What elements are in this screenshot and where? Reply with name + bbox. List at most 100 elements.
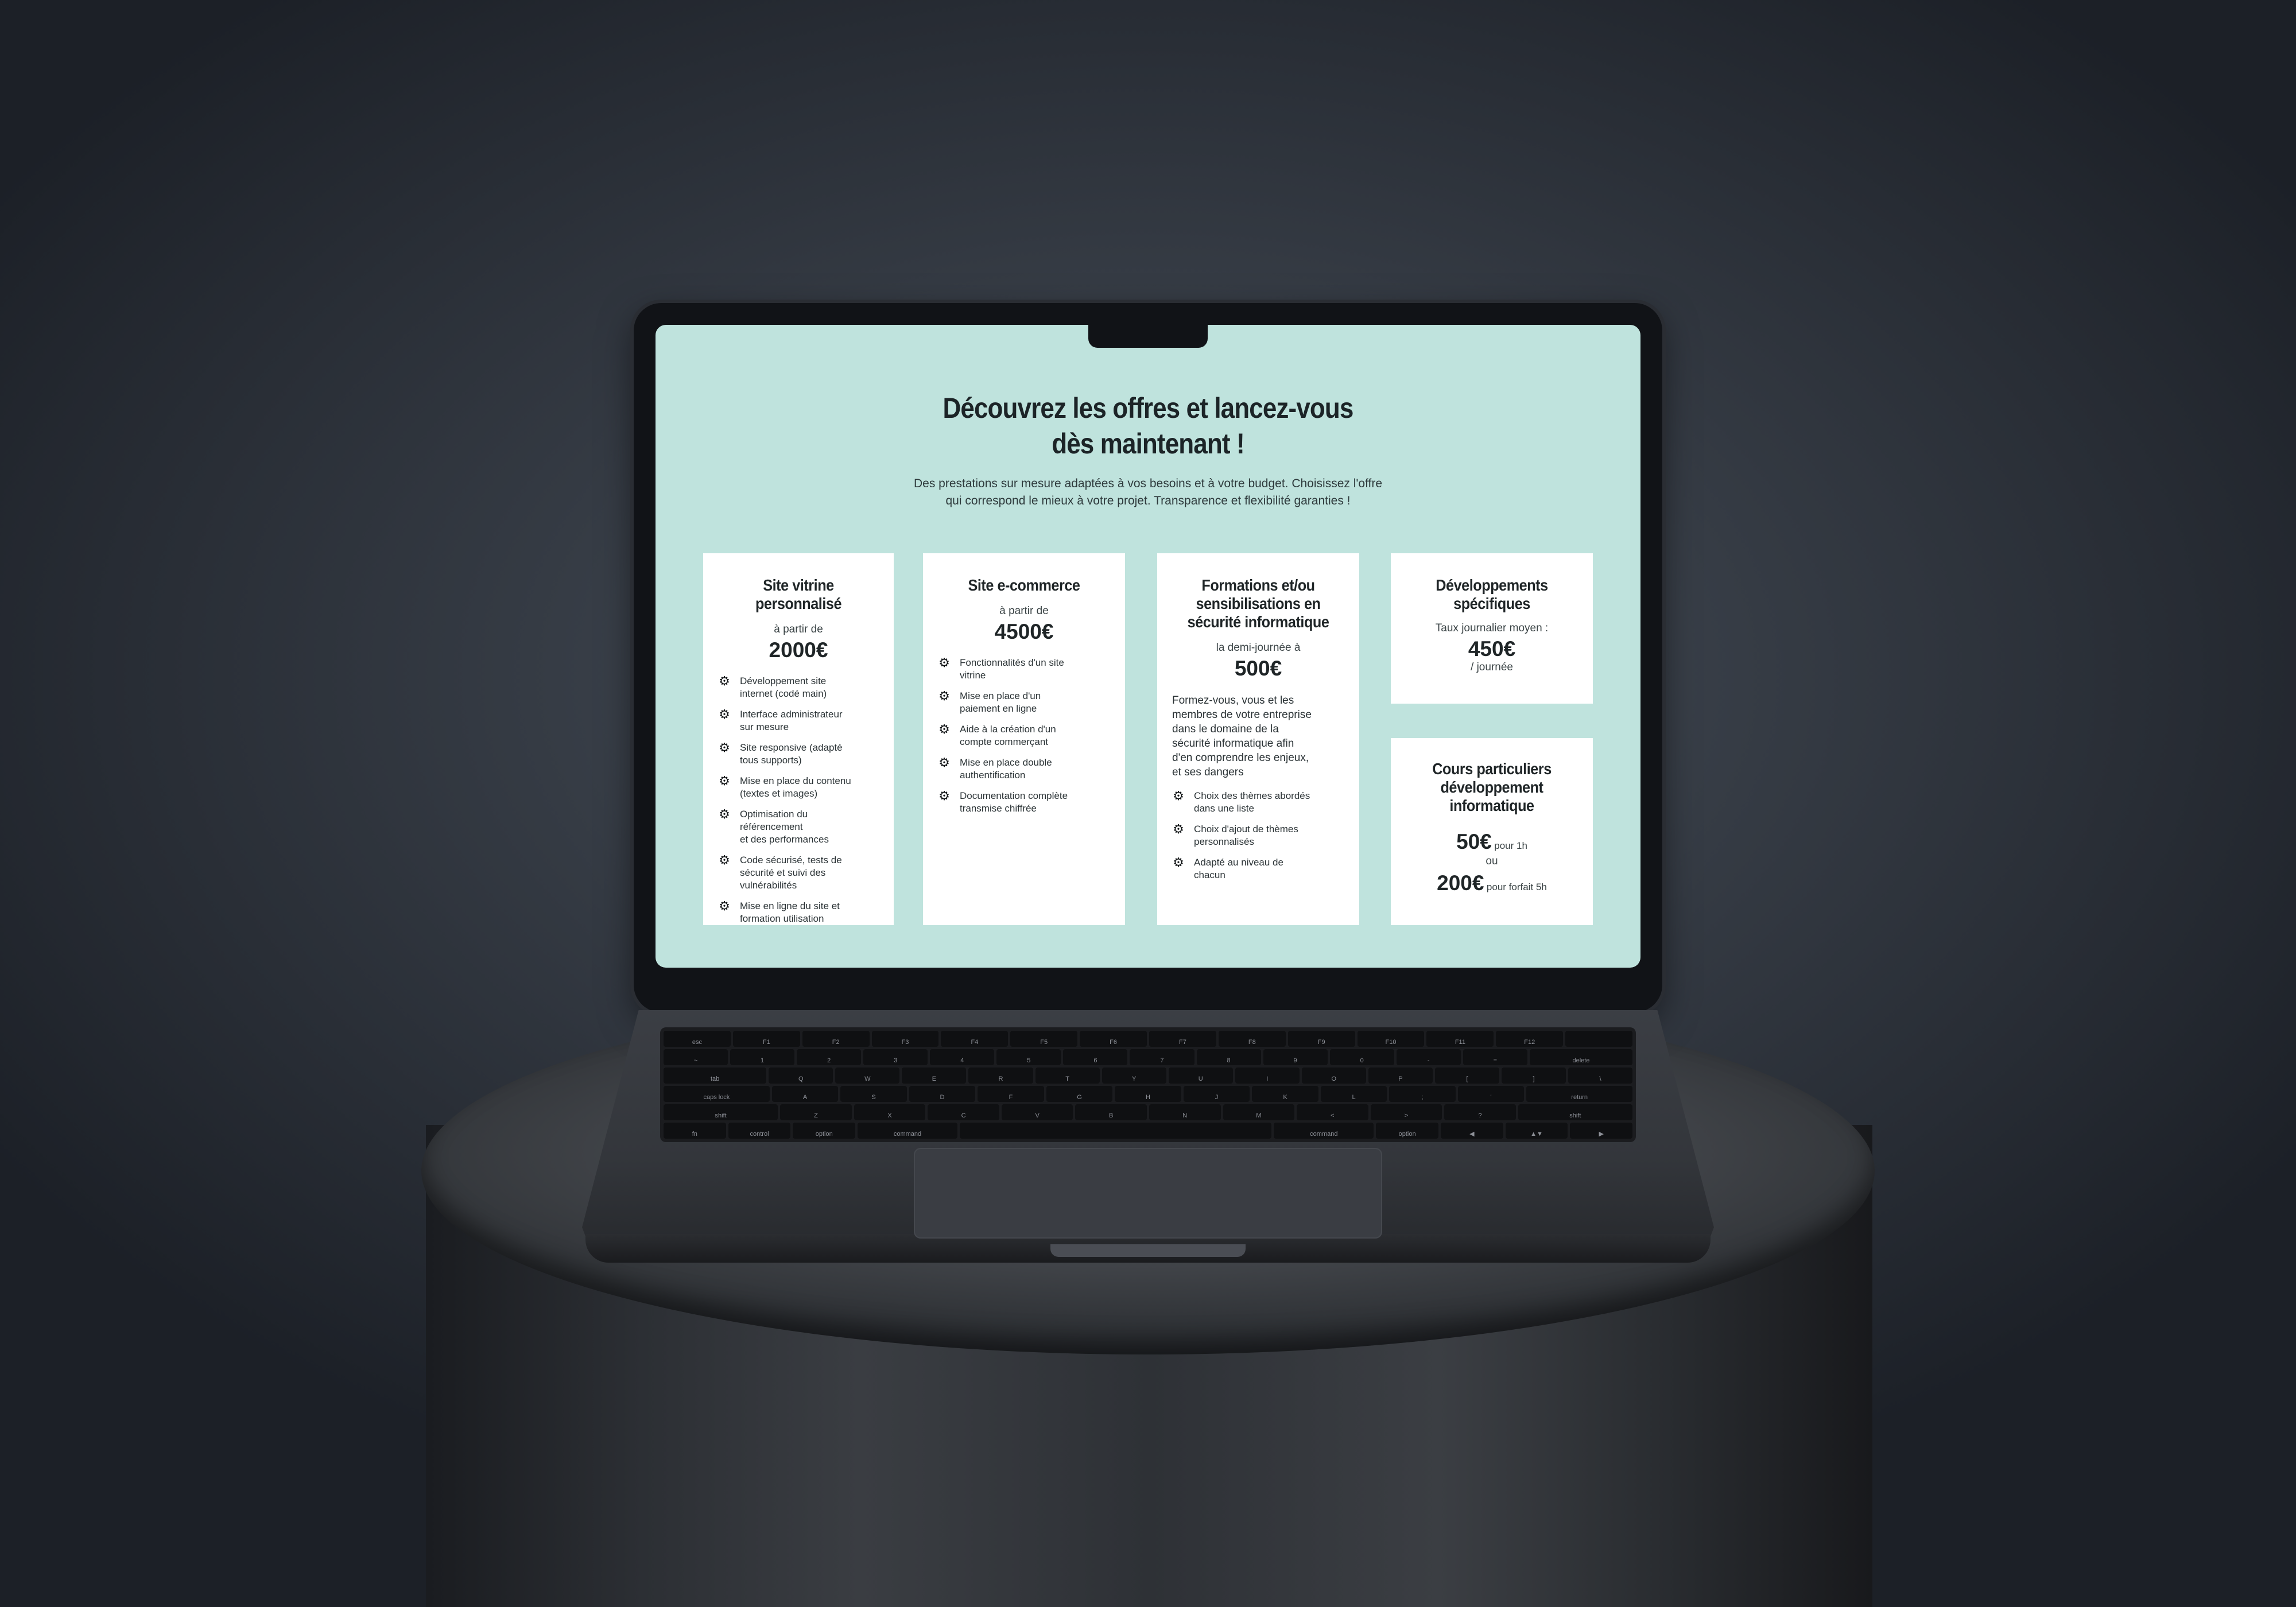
page-subtitle-line2: qui correspond le mieux à votre projet. … <box>945 494 1351 507</box>
card-title-line: développement <box>1440 778 1543 796</box>
keyboard-key[interactable]: F6 <box>1080 1031 1147 1047</box>
keyboard-key[interactable]: O <box>1301 1068 1366 1084</box>
card-description: Formez-vous, vous et les membres de votre… <box>1172 694 1312 778</box>
keyboard-key[interactable]: 3 <box>863 1049 928 1065</box>
keyboard-key[interactable]: 6 <box>1063 1049 1128 1065</box>
keyboard-key[interactable]: ▲▼ <box>1505 1123 1568 1139</box>
keyboard-key[interactable]: esc <box>664 1031 731 1047</box>
keyboard-key[interactable]: Q <box>769 1068 833 1084</box>
card-title-line: Formations et/ou <box>1201 576 1315 594</box>
offer-card-developpements[interactable]: Développements spécifiques Taux journali… <box>1391 553 1593 704</box>
keyboard-key[interactable]: ' <box>1457 1086 1525 1102</box>
keyboard-key[interactable]: = <box>1463 1049 1527 1065</box>
keyboard-key[interactable]: tab <box>664 1068 767 1084</box>
keyboard-key[interactable]: control <box>728 1123 791 1139</box>
keyboard-key[interactable]: D <box>909 1086 976 1102</box>
keyboard-key[interactable]: return <box>1526 1086 1633 1102</box>
keyboard-key[interactable]: J <box>1183 1086 1250 1102</box>
keyboard-row: tab Q W E R T Y U I O P[] \ <box>664 1068 1633 1084</box>
feature-text: Site responsive (adapté tous supports) <box>740 742 843 766</box>
gear-icon: ⚙ <box>719 707 730 721</box>
keyboard-key[interactable]: F7 <box>1149 1031 1216 1047</box>
keyboard-key[interactable]: > <box>1370 1104 1442 1120</box>
keyboard-key[interactable]: C <box>928 1104 999 1120</box>
keyboard-key[interactable]: 8 <box>1196 1049 1261 1065</box>
price: 4500€ <box>994 620 1054 643</box>
keyboard-key[interactable]: 4 <box>930 1049 995 1065</box>
keyboard-key[interactable]: 1 <box>730 1049 795 1065</box>
offer-card-site-ecommerce[interactable]: Site e-commerce à partir de 4500€ ⚙ Fonct… <box>923 553 1125 925</box>
keyboard-key[interactable]: M <box>1223 1104 1295 1120</box>
keyboard-key[interactable]: - <box>1396 1049 1461 1065</box>
keyboard-key[interactable]: F12 <box>1496 1031 1564 1047</box>
keyboard-key[interactable]: 9 <box>1263 1049 1328 1065</box>
keyboard-key[interactable]: R <box>968 1068 1033 1084</box>
keyboard-key[interactable]: Z <box>780 1104 852 1120</box>
keyboard[interactable]: esc F1 F2 F3 F4 F5 F6 F7 F8 F9 F10 F11 F12 ~1 2 3 4 5 6 7 8 9… <box>660 1027 1636 1142</box>
keyboard-key[interactable]: F1 <box>732 1031 800 1047</box>
keyboard-key[interactable]: option <box>793 1123 856 1139</box>
keyboard-key[interactable]: G <box>1046 1086 1113 1102</box>
keyboard-key[interactable]: < <box>1297 1104 1368 1120</box>
keyboard-key[interactable]: 7 <box>1130 1049 1194 1065</box>
keyboard-key[interactable]: option <box>1376 1123 1438 1139</box>
keyboard-key[interactable]: shift <box>1518 1104 1632 1120</box>
keyboard-key[interactable]: F5 <box>1010 1031 1078 1047</box>
keyboard-key[interactable]: H <box>1115 1086 1181 1102</box>
keyboard-key[interactable]: A <box>771 1086 839 1102</box>
keyboard-key[interactable]: N <box>1149 1104 1221 1120</box>
page-title-line1: Découvrez les offres et lancez-vous <box>943 392 1353 424</box>
keyboard-key[interactable]: T <box>1035 1068 1100 1084</box>
keyboard-key[interactable]: 0 <box>1329 1049 1394 1065</box>
keyboard-key[interactable]: I <box>1235 1068 1300 1084</box>
keyboard-key[interactable]: ◀ <box>1440 1123 1503 1139</box>
keyboard-key[interactable]: L <box>1320 1086 1387 1102</box>
keyboard-key[interactable]: fn <box>664 1123 726 1139</box>
keyboard-key[interactable]: F11 <box>1426 1031 1494 1047</box>
offer-card-site-vitrine[interactable]: Site vitrine personnalisé à partir de 20… <box>703 553 894 925</box>
feature-item: ⚙ Documentation complète transmise chiffré… <box>938 790 1110 815</box>
keyboard-key[interactable]: E <box>902 1068 967 1084</box>
keyboard-key[interactable]: P <box>1368 1068 1433 1084</box>
keyboard-key[interactable]: caps lock <box>664 1086 770 1102</box>
keyboard-key[interactable]: B <box>1075 1104 1147 1120</box>
keyboard-key[interactable]: 5 <box>996 1049 1061 1065</box>
keyboard-key[interactable]: ] <box>1501 1068 1566 1084</box>
keyboard-key[interactable]: F9 <box>1287 1031 1355 1047</box>
keyboard-key[interactable] <box>1565 1031 1633 1047</box>
keyboard-key[interactable]: F4 <box>941 1031 1009 1047</box>
keyboard-key[interactable]: delete <box>1529 1049 1633 1065</box>
keyboard-key[interactable]: X <box>854 1104 926 1120</box>
keyboard-key[interactable]: ? <box>1444 1104 1516 1120</box>
keyboard-key[interactable]: F8 <box>1218 1031 1286 1047</box>
offer-card-cours-particuliers[interactable]: Cours particuliers développement informa… <box>1391 738 1593 925</box>
keyboard-key[interactable] <box>959 1123 1272 1139</box>
keyboard-key[interactable]: F2 <box>802 1031 870 1047</box>
keyboard-key[interactable]: Y <box>1102 1068 1166 1084</box>
keyboard-key[interactable]: U <box>1168 1068 1233 1084</box>
keyboard-key[interactable]: F3 <box>871 1031 939 1047</box>
gear-icon: ⚙ <box>719 740 730 755</box>
keyboard-key[interactable]: \ <box>1568 1068 1633 1084</box>
keyboard-key[interactable]: W <box>835 1068 900 1084</box>
trackpad[interactable] <box>914 1148 1382 1239</box>
keyboard-key[interactable]: command <box>1274 1123 1374 1139</box>
price-suffix: pour 1h <box>1494 840 1527 851</box>
keyboard-key[interactable]: ; <box>1389 1086 1456 1102</box>
keyboard-key[interactable]: command <box>858 1123 957 1139</box>
keyboard-key[interactable]: F <box>978 1086 1044 1102</box>
keyboard-key[interactable]: S <box>840 1086 907 1102</box>
keyboard-key[interactable]: V <box>1001 1104 1073 1120</box>
camera-notch <box>1088 325 1208 348</box>
keyboard-key[interactable]: K <box>1252 1086 1318 1102</box>
offer-card-formations[interactable]: Formations et/ou sensibilisations en séc… <box>1157 553 1359 925</box>
keyboard-key[interactable]: 2 <box>797 1049 862 1065</box>
feature-text: Choix d'ajout de thèmes personnalisés <box>1194 824 1298 847</box>
keyboard-key[interactable]: F10 <box>1357 1031 1425 1047</box>
page-subtitle: Des prestations sur mesure adaptées à vo… <box>874 475 1422 510</box>
keyboard-key[interactable]: ▶ <box>1570 1123 1633 1139</box>
keyboard-key[interactable]: [ <box>1434 1068 1499 1084</box>
keyboard-key[interactable]: ~ <box>664 1049 728 1065</box>
price-prefix: à partir de <box>999 605 1049 617</box>
keyboard-key[interactable]: shift <box>664 1104 778 1120</box>
